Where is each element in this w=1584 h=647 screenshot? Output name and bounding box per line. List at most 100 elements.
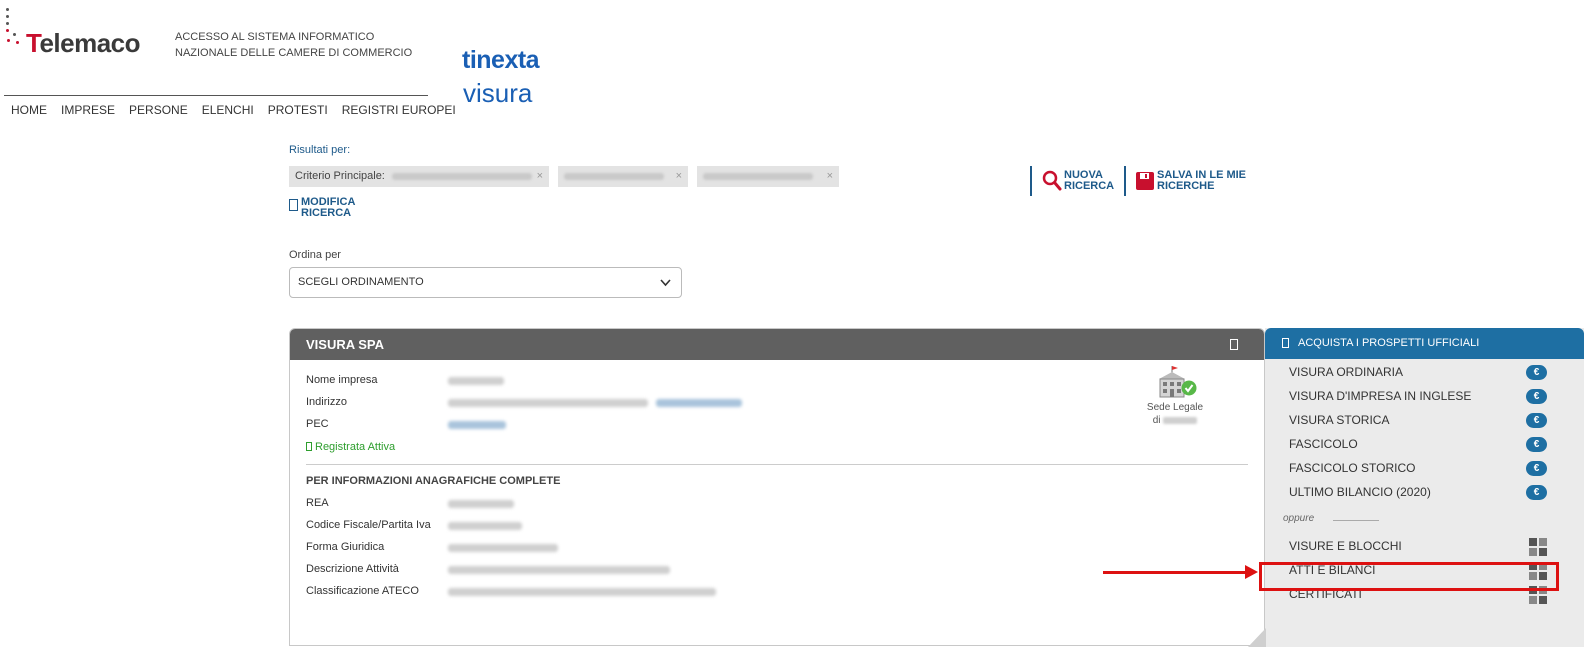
sede-label: Sede Legale di <box>1130 401 1220 427</box>
result-card-header: VISURA SPA <box>290 329 1264 360</box>
purchase-panel: ACQUISTA I PROSPETTI UFFICIALI VISURA OR… <box>1265 328 1584 647</box>
sort-select-value: SCEGLI ORDINAMENTO <box>298 276 424 288</box>
menu-item-visura-ordinaria[interactable]: VISURA ORDINARIA € <box>1289 362 1559 386</box>
menu-item-ultimo-bilancio[interactable]: ULTIMO BILANCIO (2020) € <box>1289 482 1559 506</box>
search-chip-principal[interactable]: Criterio Principale: × <box>289 166 549 187</box>
status-text: Registrata Attiva <box>315 441 396 453</box>
new-search-label: NUOVA RICERCA <box>1064 169 1115 192</box>
annotation-arrow-icon <box>1245 565 1258 579</box>
field-label-pec: PEC <box>306 418 329 430</box>
menu-item-visure-blocchi[interactable]: VISURE E BLOCCHI <box>1289 536 1559 560</box>
menu-item-visura-inglese[interactable]: VISURA D'IMPRESA IN INGLESE € <box>1289 386 1559 410</box>
status-badge: Registrata Attiva <box>306 441 395 453</box>
field-value-redacted <box>448 399 648 407</box>
annotation-arrow-line <box>1103 571 1249 574</box>
oppure-divider <box>1333 520 1379 521</box>
nav-imprese[interactable]: IMPRESE <box>54 102 122 118</box>
euro-icon: € <box>1526 413 1547 428</box>
expand-icon[interactable] <box>1230 339 1238 350</box>
search-icon <box>1042 170 1062 191</box>
nav-divider <box>4 95 428 96</box>
menu-item-label: ULTIMO BILANCIO (2020) <box>1289 485 1431 499</box>
floppy-disk-icon <box>1136 172 1154 190</box>
purchase-panel-header: ACQUISTA I PROSPETTI UFFICIALI <box>1265 328 1584 359</box>
new-search-button[interactable]: NUOVA RICERCA <box>1030 166 1124 196</box>
edit-icon <box>289 199 298 211</box>
panel-icon <box>1282 338 1289 348</box>
euro-icon: € <box>1526 461 1547 476</box>
menu-item-visura-storica[interactable]: VISURA STORICA € <box>1289 410 1559 434</box>
card-divider <box>306 464 1248 465</box>
menu-item-label: VISURA ORDINARIA <box>1289 365 1404 379</box>
field-label-indirizzo: Indirizzo <box>306 396 347 408</box>
save-search-label: SALVA IN LE MIE RICERCHE <box>1157 169 1247 192</box>
field-label-attivita: Descrizione Attività <box>306 563 399 575</box>
chip-value-redacted <box>703 172 813 180</box>
logo-text: Telemaco <box>26 28 141 58</box>
chip-close-icon[interactable]: × <box>827 166 833 187</box>
sede-city-redacted <box>1163 416 1198 424</box>
pec-link-redacted[interactable] <box>448 421 506 429</box>
field-label-forma: Forma Giuridica <box>306 541 385 553</box>
telemaco-logo[interactable]: Telemaco <box>4 8 164 58</box>
nav-persone[interactable]: PERSONE <box>122 102 195 118</box>
search-chip-3[interactable]: × <box>697 166 839 187</box>
grid-icon <box>1529 538 1547 556</box>
paid-documents-list: VISURA ORDINARIA € VISURA D'IMPRESA IN I… <box>1289 362 1559 506</box>
tinexta-logo: tinexta <box>462 46 540 74</box>
nav-registri-europei[interactable]: REGISTRI EUROPEI <box>335 102 463 118</box>
result-card: VISURA SPA Nome impresa Indirizzo PEC Re… <box>289 328 1265 646</box>
field-value-redacted <box>448 544 558 552</box>
field-value-redacted <box>448 377 504 385</box>
chip-value-redacted <box>391 172 532 180</box>
annotation-highlight-box <box>1259 562 1559 591</box>
results-label: Risultati per: <box>289 144 351 156</box>
company-title[interactable]: VISURA SPA <box>306 337 384 352</box>
search-chip-2[interactable]: × <box>558 166 688 187</box>
sede-legale: Sede Legale di <box>1130 365 1220 427</box>
sede-line-2: di <box>1152 415 1161 426</box>
menu-item-label: VISURE E BLOCCHI <box>1289 539 1402 553</box>
tagline-line-1: ACCESSO AL SISTEMA INFORMATICO <box>175 31 375 43</box>
modify-search-label: MODIFICA RICERCA <box>301 196 355 219</box>
sort-label: Ordina per <box>289 249 341 261</box>
euro-icon: € <box>1526 365 1547 380</box>
menu-item-fascicolo[interactable]: FASCICOLO € <box>1289 434 1559 458</box>
header-tagline: ACCESSO AL SISTEMA INFORMATICO NAZIONALE… <box>175 29 425 61</box>
sort-select[interactable]: SCEGLI ORDINAMENTO <box>289 267 682 298</box>
menu-item-label: FASCICOLO STORICO <box>1289 461 1416 475</box>
menu-item-label: FASCICOLO <box>1289 437 1358 451</box>
field-value-redacted <box>448 522 522 530</box>
nav-home[interactable]: HOME <box>4 102 54 118</box>
chevron-down-icon <box>660 268 671 309</box>
modify-search-button[interactable]: MODIFICA RICERCA <box>289 197 371 219</box>
menu-item-fascicolo-storico[interactable]: FASCICOLO STORICO € <box>1289 458 1559 482</box>
euro-icon: € <box>1526 389 1547 404</box>
field-label-cf: Codice Fiscale/Partita Iva <box>306 519 431 531</box>
building-icon <box>1155 365 1197 401</box>
nav-elenchi[interactable]: ELENCHI <box>195 102 261 118</box>
euro-icon: € <box>1526 485 1547 500</box>
field-label-nome: Nome impresa <box>306 374 378 386</box>
chip-close-icon[interactable]: × <box>676 166 682 187</box>
field-label-rea: REA <box>306 497 329 509</box>
euro-icon: € <box>1526 437 1547 452</box>
purchase-panel-title: ACQUISTA I PROSPETTI UFFICIALI <box>1298 337 1480 349</box>
menu-item-label: VISURA STORICA <box>1289 413 1390 427</box>
top-nav: HOME IMPRESE PERSONE ELENCHI PROTESTI RE… <box>4 102 463 118</box>
map-link-redacted[interactable] <box>656 399 742 407</box>
tagline-line-2: NAZIONALE DELLE CAMERE DI COMMERCIO <box>175 47 413 59</box>
section-title: PER INFORMAZIONI ANAGRAFICHE COMPLETE <box>306 475 561 487</box>
menu-item-label: VISURA D'IMPRESA IN INGLESE <box>1289 389 1472 403</box>
field-value-redacted <box>448 566 670 574</box>
oppure-label: oppure <box>1283 513 1315 524</box>
sede-line-1: Sede Legale <box>1146 402 1204 413</box>
nav-protesti[interactable]: PROTESTI <box>261 102 335 118</box>
save-search-button[interactable]: SALVA IN LE MIE RICERCHE <box>1124 166 1267 196</box>
field-value-redacted <box>448 500 514 508</box>
visura-brand: visura <box>463 78 533 108</box>
field-label-ateco: Classificazione ATECO <box>306 585 419 597</box>
chip-label: Criterio Principale: <box>295 170 385 182</box>
chip-value-redacted <box>564 172 664 180</box>
chip-close-icon[interactable]: × <box>537 166 543 187</box>
